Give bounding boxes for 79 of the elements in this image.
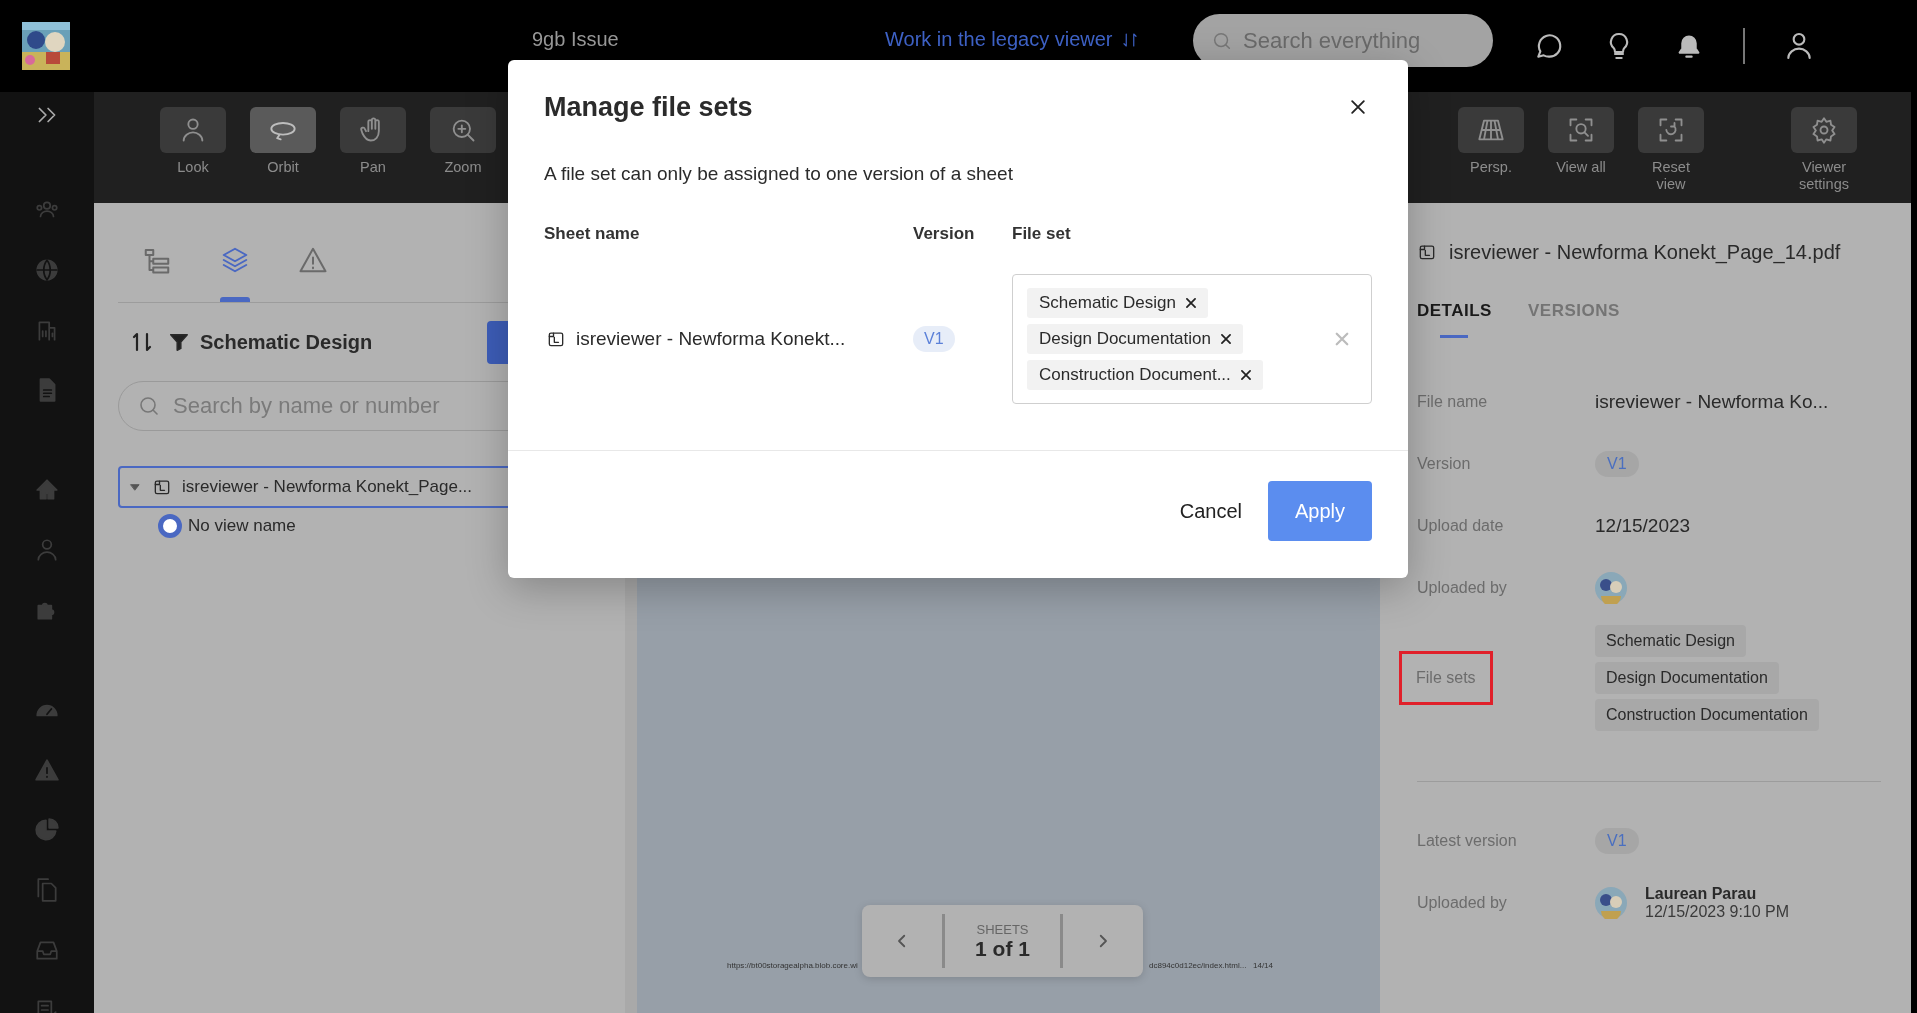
tool-button[interactable] <box>160 107 226 153</box>
pie-chart-icon[interactable] <box>34 817 60 843</box>
close-button[interactable] <box>1348 97 1368 117</box>
upload-time: 12/15/2023 9:10 PM <box>1645 903 1790 921</box>
home-icon[interactable] <box>34 477 60 503</box>
warning-icon[interactable] <box>34 757 60 783</box>
file-set-tag: Design Documentation <box>1595 662 1779 694</box>
dialog-title: Manage file sets <box>544 91 753 123</box>
file-set-chip[interactable]: Construction Document... <box>1027 360 1263 390</box>
tool-button[interactable] <box>340 107 406 153</box>
column-header: Sheet name <box>544 224 640 244</box>
field-label: Latest version <box>1417 832 1517 850</box>
sheet-name: isreviewer - Newforma Konekt... <box>576 328 846 350</box>
file-title: isreviewer - Newforma Konekt_Page_14.pdf <box>1449 240 1841 264</box>
tab-indicator <box>220 297 250 302</box>
url-text: https://bt00storagealpha.blob.core.wi <box>727 961 858 970</box>
tool-button[interactable] <box>1638 107 1704 153</box>
page-number: 14/14 <box>1253 961 1274 970</box>
pager-value: 1 of 1 <box>975 936 1030 961</box>
globe-icon[interactable] <box>34 257 60 283</box>
version-badge: V1 <box>1595 828 1639 854</box>
dialog-description: A file set can only be assigned to one version of a sheet <box>544 162 1014 186</box>
tool-label: Reset view <box>1651 159 1691 193</box>
filter-label: Schematic Design <box>200 330 373 354</box>
version-badge: V1 <box>1595 451 1639 477</box>
files-icon[interactable] <box>34 877 60 903</box>
avatar <box>1595 572 1627 604</box>
field-label: Version <box>1417 455 1471 473</box>
field-value: 12/15/2023 <box>1595 515 1692 537</box>
tool-label: Zoom <box>444 159 482 176</box>
file-set-tag: Schematic Design <box>1595 625 1746 657</box>
view-all-icon <box>1567 116 1595 144</box>
details-tab[interactable]: DETAILS <box>1417 301 1492 347</box>
filter-icon[interactable] <box>168 331 190 353</box>
avatar <box>1595 887 1627 919</box>
tool-label: Orbit <box>267 159 299 176</box>
cancel-button[interactable]: Cancel <box>1175 489 1246 533</box>
clear-icon[interactable] <box>1333 330 1351 348</box>
tool-button[interactable] <box>1548 107 1614 153</box>
remove-icon <box>1219 332 1233 346</box>
warning-icon <box>298 245 328 275</box>
tool-label: View all <box>1556 159 1606 176</box>
tool-button[interactable] <box>430 107 496 153</box>
tool-button[interactable] <box>1458 107 1524 153</box>
tool-button[interactable] <box>1791 107 1857 153</box>
view-label: No view name <box>188 516 296 536</box>
tool-label: Persp. <box>1470 159 1512 176</box>
tool-label: Pan <box>360 159 386 176</box>
settings-icon <box>1810 116 1838 144</box>
view-radio[interactable] <box>158 514 182 538</box>
tool-label: Viewer settings <box>1798 159 1850 193</box>
column-header: File set <box>1012 224 1071 244</box>
swap-icon <box>1120 30 1139 49</box>
close-icon <box>1348 97 1368 117</box>
field-value: isreviewer - Newforma Ko... <box>1595 391 1830 413</box>
tool-button[interactable] <box>250 107 316 153</box>
field-label: Uploaded by <box>1417 579 1507 597</box>
legacy-viewer-link[interactable]: Work in the legacy viewer <box>885 28 1193 51</box>
remove-icon <box>1238 368 1253 382</box>
version-badge: V1 <box>913 326 955 352</box>
field-label: Upload date <box>1417 517 1504 535</box>
page-title: 9gb Issue <box>532 28 620 51</box>
remove-icon <box>1184 296 1198 310</box>
reset-view-icon <box>1657 116 1685 144</box>
file-set-field[interactable]: Schematic Design Design Documentation Construction Document... <box>1012 274 1372 404</box>
file-set-chip[interactable]: Schematic Design <box>1027 288 1208 318</box>
field-label: File name <box>1417 393 1488 411</box>
user-name: Laurean Parau <box>1645 885 1758 903</box>
pager-caption: SHEETS <box>976 921 1029 937</box>
sort-icon[interactable] <box>130 330 154 354</box>
file-set-chip[interactable]: Design Documentation <box>1027 324 1243 354</box>
field-label: Uploaded by <box>1417 894 1507 912</box>
field-label: File sets <box>1399 651 1493 705</box>
file-set-tag: Construction Documentation <box>1595 699 1819 731</box>
column-header: Version <box>913 224 975 244</box>
search-icon <box>137 394 161 418</box>
layers-icon <box>220 245 250 275</box>
url-text: dc894c0d12ec/index.html... <box>1149 961 1247 970</box>
tool-label: Look <box>177 159 209 176</box>
